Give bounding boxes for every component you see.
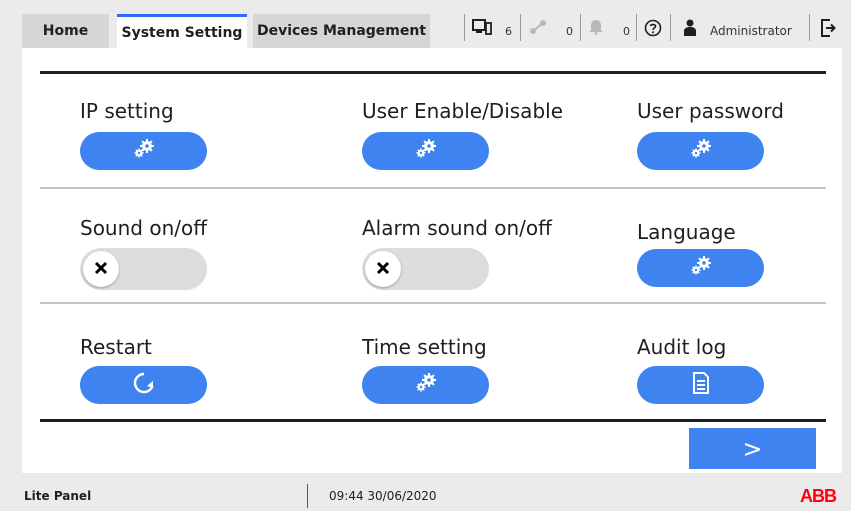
user-enable-disable-button[interactable] (362, 132, 489, 170)
connections-count: 0 (566, 24, 573, 38)
footer: Lite Panel 09:44 30/06/2020 ABB (0, 481, 851, 511)
gears-icon (688, 255, 714, 281)
x-icon (376, 260, 390, 279)
gears-icon (413, 138, 439, 164)
tab-home[interactable]: Home (22, 14, 109, 48)
sound-toggle[interactable] (80, 248, 207, 290)
audit-log-label: Audit log (637, 335, 727, 359)
abb-logo: ABB (800, 486, 837, 506)
time-setting-label: Time setting (362, 335, 487, 359)
bell-icon[interactable] (588, 19, 604, 39)
user-icon (683, 19, 697, 41)
ip-setting-label: IP setting (80, 99, 174, 123)
datetime: 09:44 30/06/2020 (329, 489, 437, 503)
ip-setting-button[interactable] (80, 132, 207, 170)
system-setting-panel: IP setting User Enable/Disable User pass… (22, 48, 842, 473)
divider (520, 14, 521, 41)
document-icon (692, 372, 710, 398)
restart-icon (132, 371, 156, 399)
divider (580, 14, 581, 41)
gears-icon (131, 138, 157, 164)
sound-label: Sound on/off (80, 216, 208, 240)
connection-icon[interactable] (529, 19, 547, 39)
restart-label: Restart (80, 335, 152, 359)
x-icon (94, 260, 108, 279)
next-page-button[interactable]: > (689, 428, 816, 469)
gears-icon (413, 372, 439, 398)
user-enable-disable-label: User Enable/Disable (362, 99, 563, 123)
logout-icon[interactable] (820, 19, 836, 41)
alarm-sound-toggle[interactable] (362, 248, 489, 290)
user-password-label: User password (637, 99, 784, 123)
tab-system-setting[interactable]: System Setting (117, 14, 247, 48)
divider (40, 419, 826, 422)
help-icon[interactable] (644, 19, 662, 41)
divider (40, 187, 826, 189)
audit-log-button[interactable] (637, 366, 764, 404)
tab-devices-management[interactable]: Devices Management (253, 14, 430, 48)
toggle-knob (83, 251, 119, 287)
language-label: Language (637, 220, 736, 244)
divider (464, 14, 465, 41)
panel-name: Lite Panel (24, 489, 92, 503)
gears-icon (688, 138, 714, 164)
language-button[interactable] (637, 249, 764, 287)
time-setting-button[interactable] (362, 366, 489, 404)
user-name[interactable]: Administrator (710, 14, 792, 48)
top-bar: Home System Setting Devices Management 6… (0, 0, 851, 55)
user-password-button[interactable] (637, 132, 764, 170)
restart-button[interactable] (80, 366, 207, 404)
devices-count: 6 (505, 24, 512, 38)
divider (40, 71, 826, 74)
divider (40, 302, 826, 304)
devices-icon[interactable] (472, 19, 492, 39)
divider (636, 14, 637, 41)
divider (307, 484, 308, 508)
divider (809, 14, 810, 41)
alarms-count: 0 (623, 24, 630, 38)
alarm-sound-label: Alarm sound on/off (362, 216, 552, 240)
toggle-knob (365, 251, 401, 287)
divider (670, 14, 671, 41)
